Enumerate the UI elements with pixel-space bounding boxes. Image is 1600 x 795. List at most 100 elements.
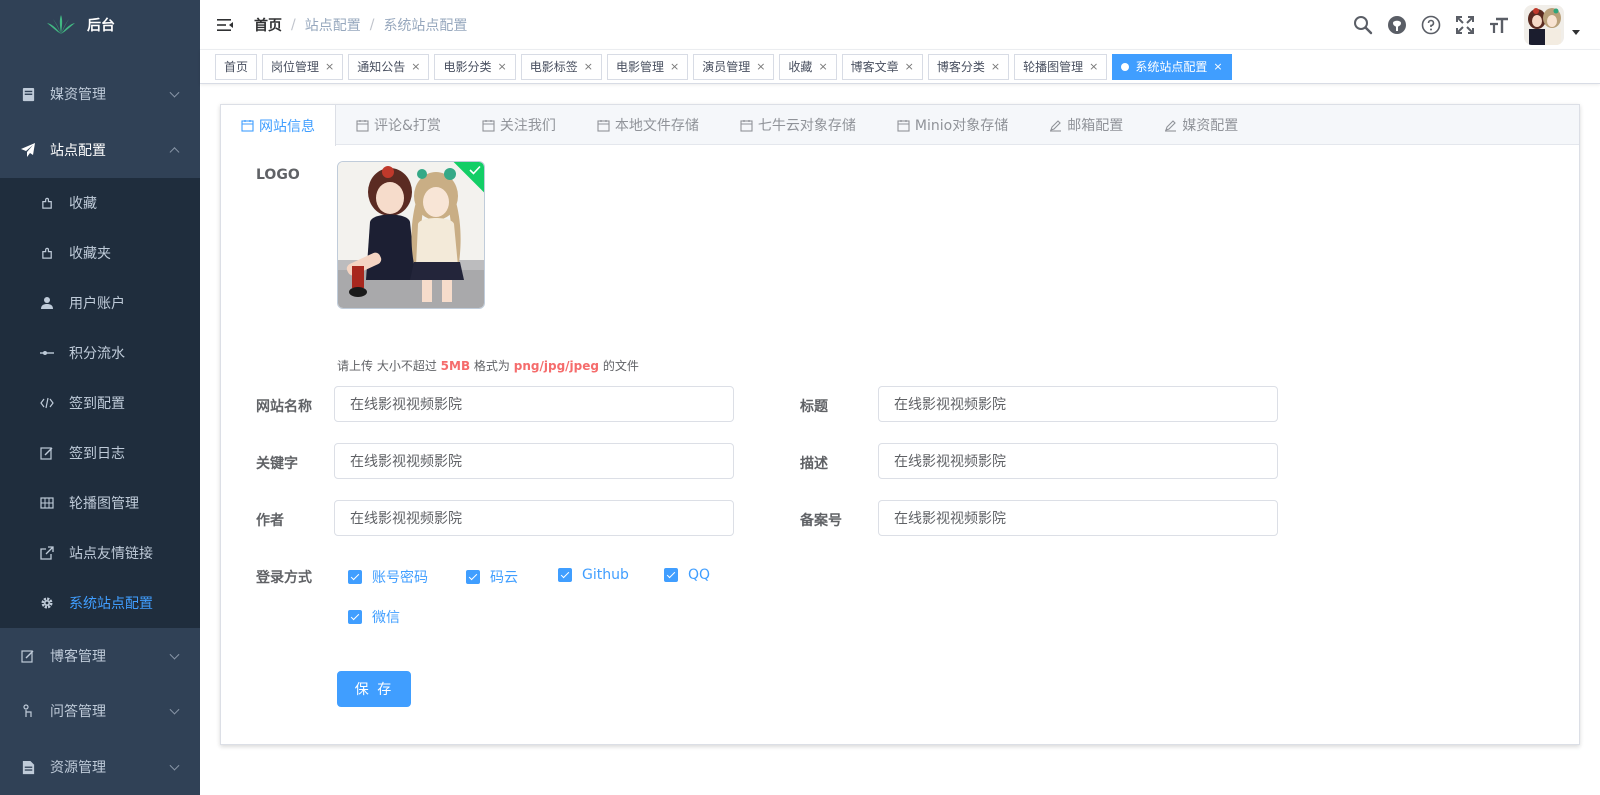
tab-label: 媒资配置 <box>1182 118 1239 134</box>
sidebar-item-points-flow[interactable]: 积分流水 <box>0 328 200 378</box>
search-icon[interactable] <box>1346 8 1380 42</box>
sidebar-item-carousel[interactable]: 轮播图管理 <box>0 478 200 528</box>
logo-text: 后台 <box>87 18 115 34</box>
logo-icon <box>47 15 75 34</box>
menu-label: 媒资管理 <box>50 87 106 103</box>
tab-minio-storage[interactable]: Minio对象存储 <box>876 105 1029 145</box>
menu-label: 资源管理 <box>50 760 106 776</box>
tag-label: 收藏 <box>788 60 813 74</box>
tags-view: 首页 岗位管理 × 通知公告 × 电影分类 × 电影标签 × 电影管理 × 演员管理 × 收… <box>200 50 1600 84</box>
sidebar-item-label: 积分流水 <box>69 346 125 362</box>
title-input[interactable] <box>878 386 1278 422</box>
tab-qiniu-storage[interactable]: 七牛云对象存储 <box>719 105 877 145</box>
fullscreen-icon[interactable] <box>1448 8 1482 42</box>
tag-carousel[interactable]: 轮播图管理 × <box>1014 53 1108 80</box>
puzzle-icon <box>40 246 54 260</box>
hamburger-icon[interactable] <box>217 17 233 33</box>
tag-movie-category[interactable]: 电影分类 × <box>434 53 516 80</box>
keywords-input[interactable] <box>334 443 734 479</box>
tab-label: 网站信息 <box>259 118 315 135</box>
menu-media[interactable]: 媒资管理 <box>0 66 200 122</box>
tip-mid: 格式为 <box>473 359 510 373</box>
github-icon[interactable] <box>1380 8 1414 42</box>
menu-qa[interactable]: 问答管理 <box>0 683 200 739</box>
tab-media-config[interactable]: 媒资配置 <box>1143 105 1259 145</box>
chevron-down-icon <box>169 760 180 771</box>
tag-system-site-config[interactable]: 系统站点配置 × <box>1112 53 1232 80</box>
sidebar-item-system-site-config[interactable]: 系统站点配置 <box>0 578 200 628</box>
tag-notice[interactable]: 通知公告 × <box>348 53 430 80</box>
site-name-label: 网站名称 <box>256 399 312 415</box>
config-card: 网站信息 评论&打赏 关注我们 本地文件存储 七牛云对象存储 Minio对象存储… <box>220 104 1580 745</box>
tag-favorites[interactable]: 收藏 × <box>779 53 837 80</box>
user-icon <box>40 296 54 310</box>
save-button[interactable]: 保 存 <box>337 671 411 707</box>
calendar-icon <box>356 119 369 132</box>
close-icon[interactable]: × <box>325 60 334 73</box>
close-icon[interactable]: × <box>498 60 507 73</box>
close-icon[interactable]: × <box>411 60 420 73</box>
tab-mail-config[interactable]: 邮箱配置 <box>1028 105 1144 145</box>
tag-blog-category[interactable]: 博客分类 × <box>927 53 1010 80</box>
tag-blog-article[interactable]: 博客文章 × <box>841 53 923 80</box>
menu-blog[interactable]: 博客管理 <box>0 628 200 684</box>
close-icon[interactable]: × <box>1089 60 1098 73</box>
logo-upload[interactable] <box>337 161 485 309</box>
login-option-github-checkbox[interactable]: Github <box>558 567 629 583</box>
active-dot-icon <box>1121 62 1130 71</box>
site-name-input[interactable] <box>334 386 734 422</box>
font-size-icon[interactable] <box>1482 8 1516 42</box>
tag-label: 通知公告 <box>357 60 406 74</box>
close-icon[interactable]: × <box>584 60 593 73</box>
sidebar-item-friend-links[interactable]: 站点友情链接 <box>0 528 200 578</box>
tag-post-manage[interactable]: 岗位管理 × <box>262 53 344 80</box>
tab-site-info[interactable]: 网站信息 <box>220 105 336 146</box>
tag-movie-tags[interactable]: 电影标签 × <box>520 53 602 80</box>
sidebar-item-favorites[interactable]: 收藏 <box>0 178 200 228</box>
edit-icon <box>20 648 36 664</box>
tab-follow-us[interactable]: 关注我们 <box>461 105 577 145</box>
sidebar-item-user-account[interactable]: 用户账户 <box>0 278 200 328</box>
close-icon[interactable]: × <box>905 60 914 73</box>
sidebar-item-label: 系统站点配置 <box>69 596 153 612</box>
help-icon[interactable] <box>1414 8 1448 42</box>
tag-actor-manage[interactable]: 演员管理 × <box>693 53 775 80</box>
tag-label: 电影管理 <box>615 60 664 74</box>
breadcrumb-home[interactable]: 首页 <box>254 15 282 35</box>
close-icon[interactable]: × <box>756 60 765 73</box>
sidebar-item-folders[interactable]: 收藏夹 <box>0 228 200 278</box>
tab-local-storage[interactable]: 本地文件存储 <box>576 105 720 145</box>
author-input[interactable] <box>334 500 734 536</box>
tag-movie-manage[interactable]: 电影管理 × <box>606 53 689 80</box>
tag-home[interactable]: 首页 <box>215 53 258 80</box>
login-option-qq-checkbox[interactable]: QQ <box>664 567 710 583</box>
menu-label: 博客管理 <box>50 649 106 665</box>
user-avatar-dropdown[interactable] <box>1524 5 1580 45</box>
tag-label: 系统站点配置 <box>1135 60 1208 74</box>
tab-label: 评论&打赏 <box>374 118 441 134</box>
login-option-wechat-checkbox[interactable]: 微信 <box>348 607 400 627</box>
close-icon[interactable]: × <box>818 60 827 73</box>
login-option-password-checkbox[interactable]: 账号密码 <box>348 567 428 587</box>
tab-comment-reward[interactable]: 评论&打赏 <box>335 105 462 145</box>
login-option-gitee-checkbox[interactable]: 码云 <box>466 567 518 587</box>
breadcrumb-separator: / <box>291 16 296 33</box>
menu-resource[interactable]: 资源管理 <box>0 739 200 795</box>
tip-suffix: 的文件 <box>602 359 639 373</box>
logo[interactable]: 后台 <box>0 0 200 50</box>
close-icon[interactable]: × <box>1213 60 1222 73</box>
calendar-icon <box>241 119 254 132</box>
description-input[interactable] <box>878 443 1278 479</box>
icp-input[interactable] <box>878 500 1278 536</box>
sidebar-item-checkin-log[interactable]: 签到日志 <box>0 428 200 478</box>
breadcrumb-current: 系统站点配置 <box>383 17 468 34</box>
close-icon[interactable]: × <box>991 60 1000 73</box>
sidebar-item-checkin-config[interactable]: 签到配置 <box>0 378 200 428</box>
sidebar-item-label: 签到配置 <box>69 396 125 412</box>
menu-site-config[interactable]: 站点配置 <box>0 122 200 178</box>
edit-icon <box>40 446 54 460</box>
pencil-icon <box>1049 119 1062 132</box>
close-icon[interactable]: × <box>670 60 679 73</box>
author-label: 作者 <box>256 513 284 529</box>
checkbox-label: 账号密码 <box>372 570 428 586</box>
